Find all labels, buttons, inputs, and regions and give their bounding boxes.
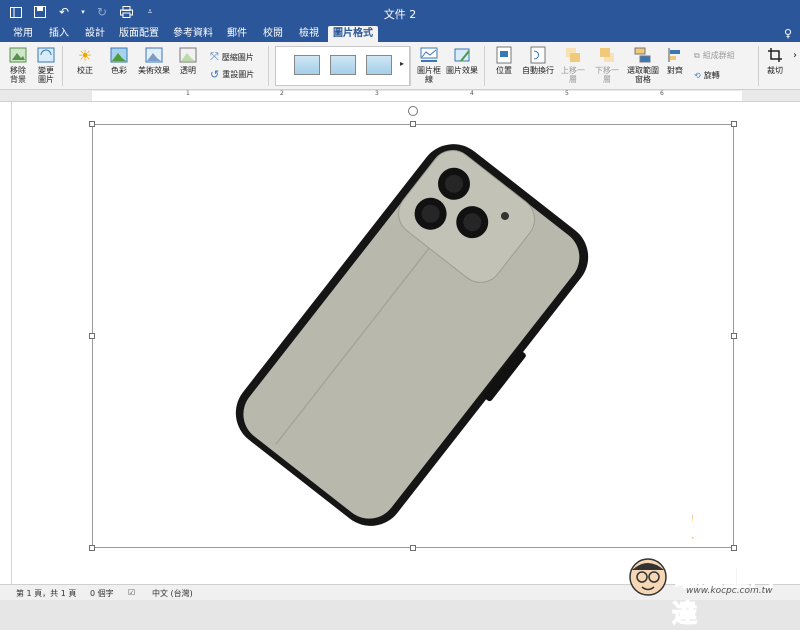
language-status[interactable]: 中文 (台灣): [152, 588, 193, 599]
mascot-logo-icon: [629, 558, 667, 596]
word-count[interactable]: 0 個字: [90, 588, 114, 599]
rotate-handle[interactable]: [408, 106, 418, 116]
caption-overlay: 自動去背大功告成！: [395, 508, 721, 550]
resize-handle[interactable]: [731, 121, 737, 127]
resize-handle[interactable]: [731, 545, 737, 551]
proofing-icon[interactable]: ☑: [128, 588, 135, 597]
resize-handle[interactable]: [89, 333, 95, 339]
watermark-url: www.kocpc.com.tw: [686, 586, 773, 596]
page-count[interactable]: 第 1 頁，共 1 頁: [16, 588, 76, 599]
resize-handle[interactable]: [731, 333, 737, 339]
watermark: 電腦王阿達 www.kocpc.com.tw: [620, 552, 800, 629]
resize-handle[interactable]: [89, 545, 95, 551]
resize-handle[interactable]: [410, 121, 416, 127]
picture-selection-frame[interactable]: [92, 124, 734, 548]
resize-handle[interactable]: [89, 121, 95, 127]
